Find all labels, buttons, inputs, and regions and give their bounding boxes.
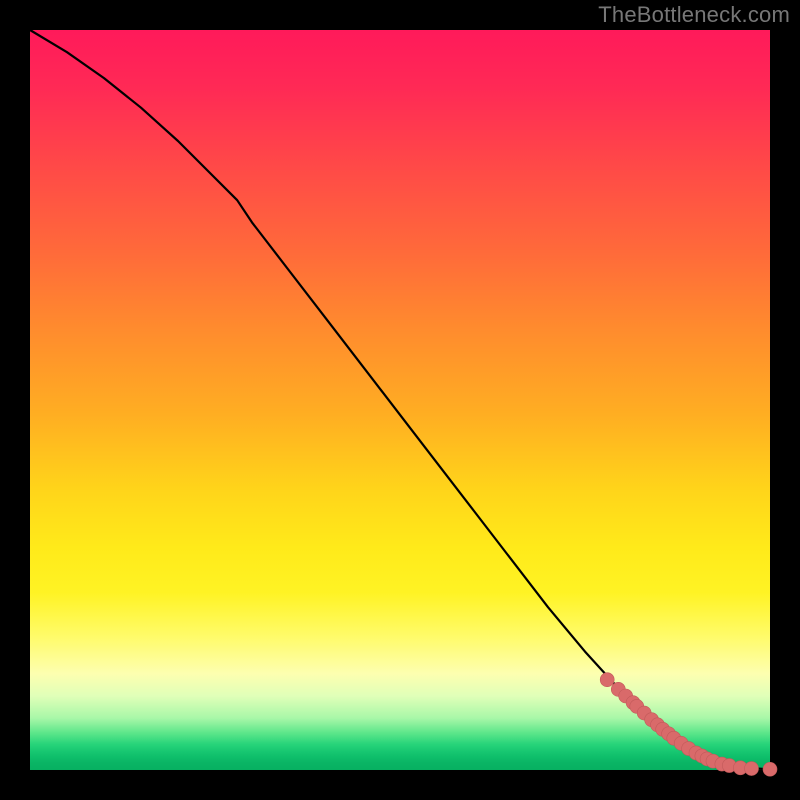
scatter-point bbox=[600, 673, 614, 687]
scatter-points bbox=[600, 673, 777, 777]
chart-frame: TheBottleneck.com bbox=[0, 0, 800, 800]
chart-svg bbox=[30, 30, 770, 770]
watermark-text: TheBottleneck.com bbox=[598, 2, 790, 28]
scatter-point bbox=[745, 762, 759, 776]
plot-area bbox=[30, 30, 770, 770]
scatter-point bbox=[763, 762, 777, 776]
bottleneck-curve bbox=[30, 30, 770, 769]
